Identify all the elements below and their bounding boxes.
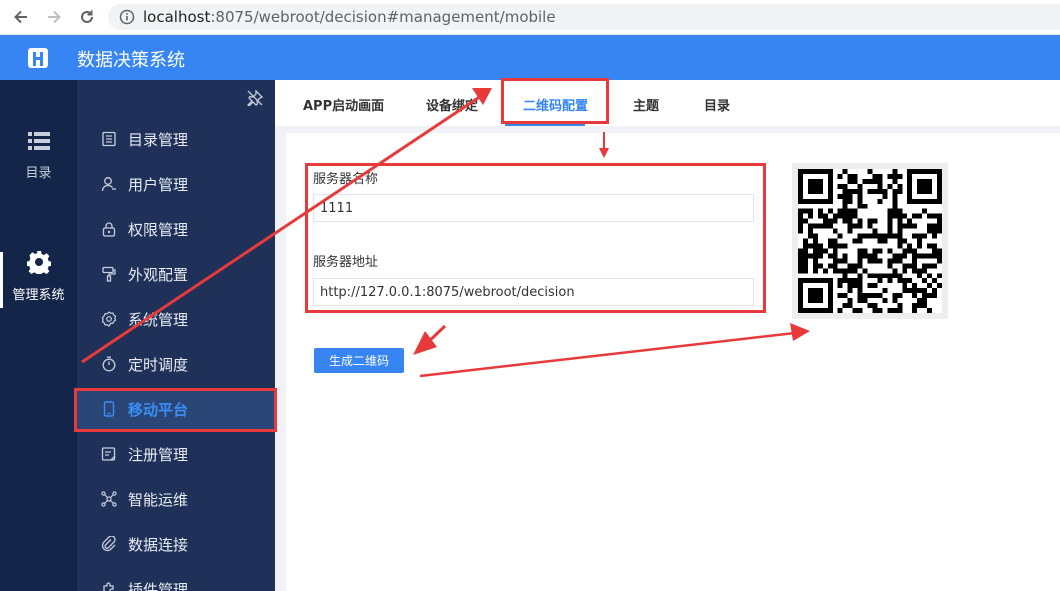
sidebar: 目录管理 用户管理 权限管理 外观配置 系统管理 定时调度 移动平台 注册管理 xyxy=(77,80,275,591)
sidebar-item-registration[interactable]: 注册管理 xyxy=(77,433,275,475)
qrcode-icon xyxy=(798,169,942,313)
sidebar-item-label: 数据连接 xyxy=(128,535,189,554)
back-button[interactable] xyxy=(10,6,32,28)
link-icon xyxy=(101,536,116,552)
brush-icon xyxy=(102,266,116,282)
list-icon xyxy=(27,132,50,150)
rail-label: 管理系统 xyxy=(12,288,65,303)
gear-icon xyxy=(25,251,52,277)
qrcode-image xyxy=(792,163,948,319)
highlight-box-form xyxy=(305,163,766,313)
settings-icon xyxy=(101,311,117,327)
register-icon xyxy=(101,447,116,461)
main-content: APP启动画面 设备绑定 二维码配置 主题 目录 服务器名称 服务器地址 生成二… xyxy=(275,80,1060,591)
sidebar-item-label: 外观配置 xyxy=(128,265,189,284)
nav-rail: 目录 管理系统 xyxy=(0,80,77,591)
sidebar-item-smart-ops[interactable]: 智能运维 xyxy=(77,478,275,520)
address-bar[interactable]: localhost:8075/webroot/decision#manageme… xyxy=(108,4,1060,30)
directory-icon xyxy=(102,131,116,147)
lock-icon xyxy=(102,222,116,237)
sidebar-item-user-management[interactable]: 用户管理 xyxy=(77,163,275,205)
sidebar-item-label: 智能运维 xyxy=(128,490,189,509)
sidebar-item-label: 系统管理 xyxy=(128,310,189,329)
app-header: 数据决策系统 xyxy=(0,35,1060,80)
pin-icon[interactable] xyxy=(247,90,263,106)
tab-app-splash[interactable]: APP启动画面 xyxy=(303,95,384,114)
sidebar-item-label: 目录管理 xyxy=(128,130,189,149)
timer-icon xyxy=(102,356,116,372)
sidebar-item-label: 注册管理 xyxy=(128,445,189,464)
plugin-icon xyxy=(103,582,114,591)
info-icon xyxy=(119,9,135,25)
sidebar-item-appearance-config[interactable]: 外观配置 xyxy=(77,253,275,295)
sidebar-item-plugin-management[interactable]: 插件管理 xyxy=(77,568,275,591)
highlight-box-tab xyxy=(501,78,609,124)
arrow-left-icon xyxy=(14,10,27,24)
rail-item-management[interactable]: 管理系统 xyxy=(0,250,77,303)
arrow-right-icon xyxy=(48,10,61,24)
forward-button[interactable] xyxy=(43,6,65,28)
sidebar-item-data-connection[interactable]: 数据连接 xyxy=(77,523,275,565)
sidebar-item-directory-management[interactable]: 目录管理 xyxy=(77,118,275,160)
network-icon xyxy=(101,491,117,507)
app-title: 数据决策系统 xyxy=(77,50,185,71)
sidebar-item-label: 用户管理 xyxy=(128,175,189,194)
sidebar-item-label: 插件管理 xyxy=(128,580,189,591)
user-icon xyxy=(101,177,116,192)
app-logo xyxy=(28,48,48,68)
tab-theme[interactable]: 主题 xyxy=(633,95,659,114)
url-text: localhost:8075/webroot/decision#manageme… xyxy=(143,8,556,26)
rail-item-directory[interactable]: 目录 xyxy=(0,130,77,181)
highlight-box-sidebar xyxy=(74,388,277,432)
sidebar-item-permission-management[interactable]: 权限管理 xyxy=(77,208,275,250)
sidebar-item-label: 定时调度 xyxy=(128,355,189,374)
tab-directory[interactable]: 目录 xyxy=(704,95,730,114)
browser-toolbar: localhost:8075/webroot/decision#manageme… xyxy=(0,0,1060,35)
reload-button[interactable] xyxy=(76,6,98,28)
tab-bar: APP启动画面 设备绑定 二维码配置 主题 目录 xyxy=(275,80,1060,126)
sidebar-item-scheduling[interactable]: 定时调度 xyxy=(77,343,275,385)
generate-qrcode-button[interactable]: 生成二维码 xyxy=(314,348,404,373)
rail-label: 目录 xyxy=(25,166,52,181)
sidebar-item-label: 权限管理 xyxy=(128,220,189,239)
tab-device-binding[interactable]: 设备绑定 xyxy=(426,95,478,114)
sidebar-item-system-management[interactable]: 系统管理 xyxy=(77,298,275,340)
reload-icon xyxy=(81,10,93,23)
